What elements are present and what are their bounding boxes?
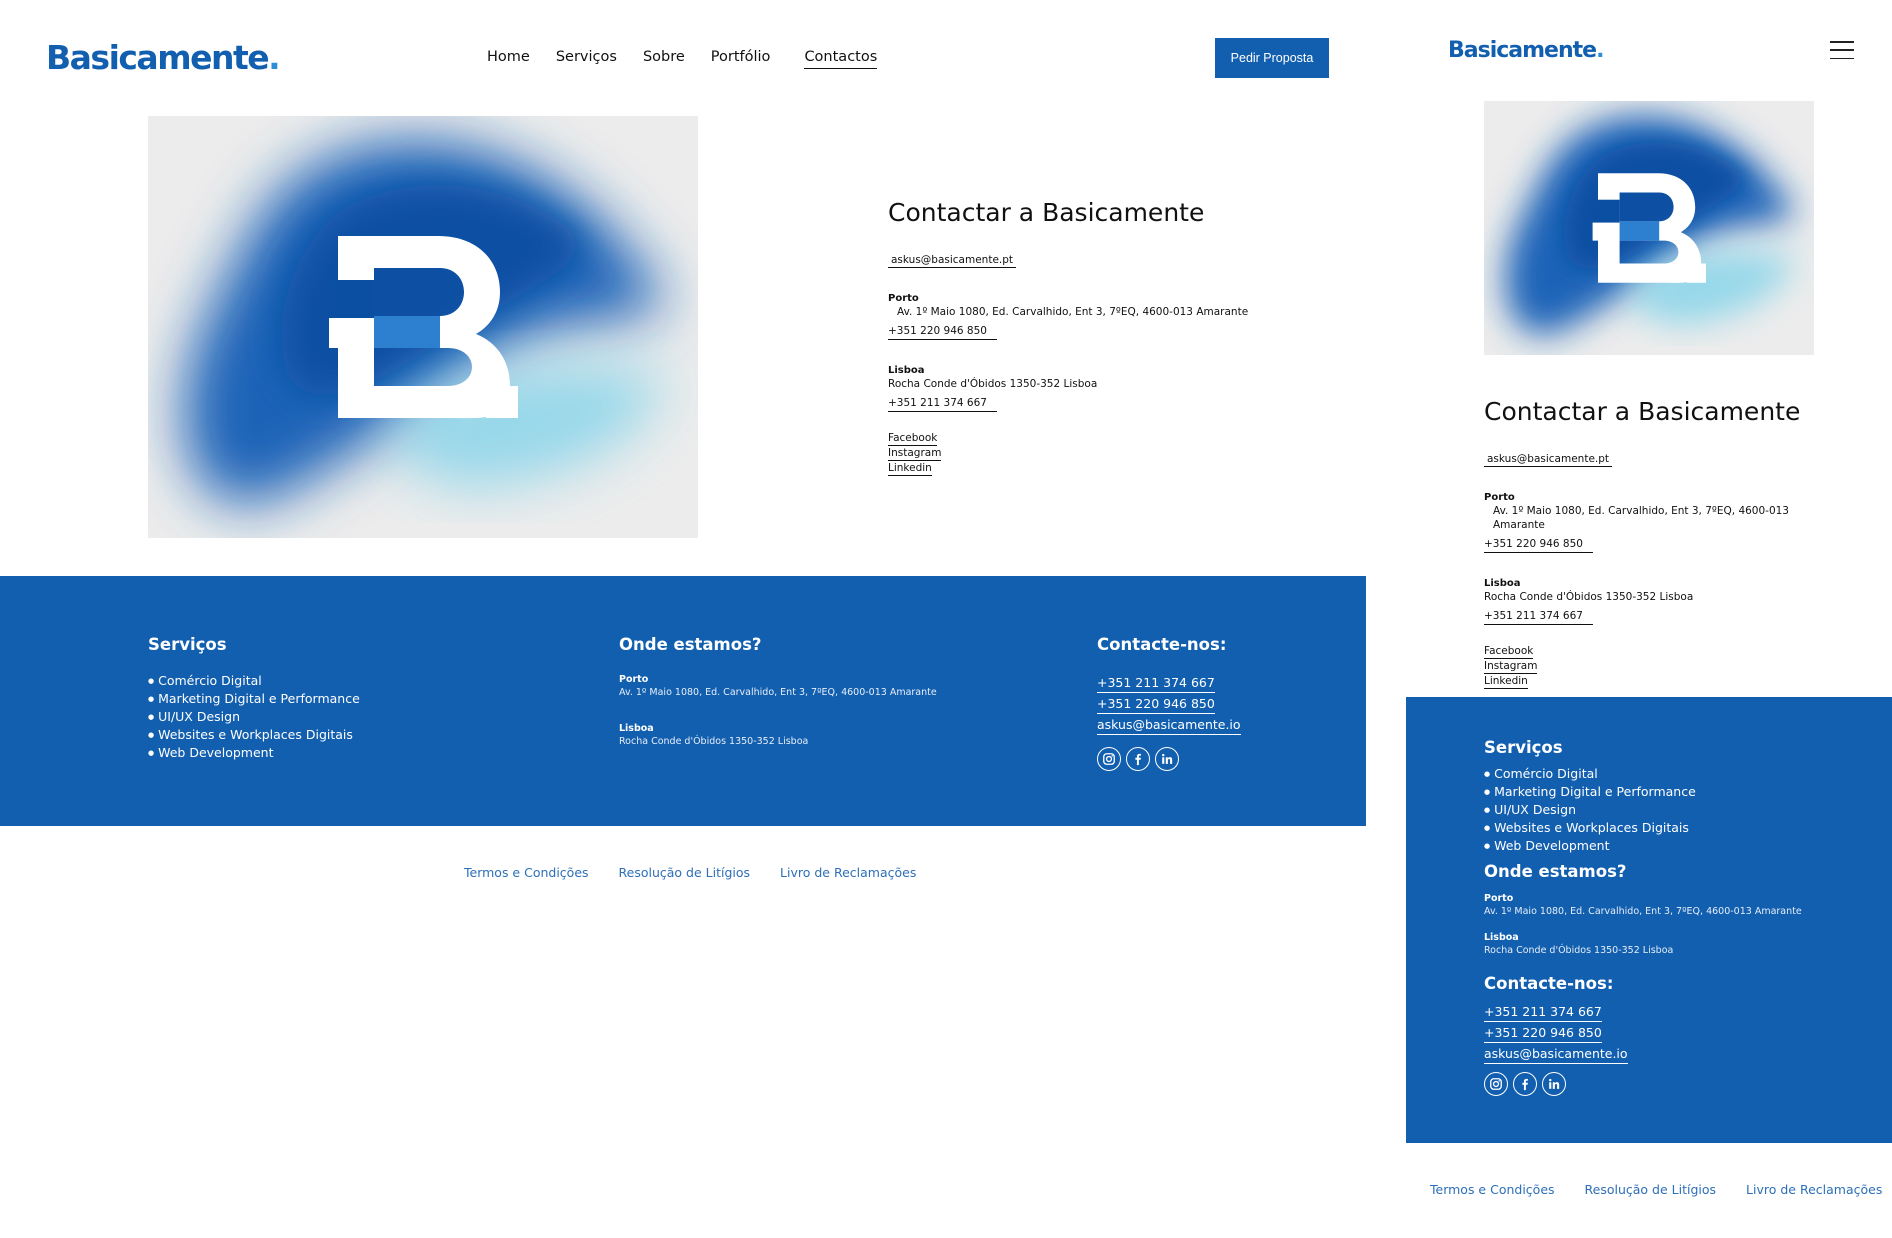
footer-where-title: Onde estamos?: [619, 635, 762, 654]
list-item[interactable]: Comércio Digital: [148, 672, 360, 690]
porto-label: Porto: [888, 293, 919, 304]
footer-porto-label: Porto: [619, 674, 649, 685]
list-item[interactable]: Marketing Digital e Performance: [1484, 783, 1802, 801]
list-item[interactable]: Comércio Digital: [1484, 765, 1802, 783]
footer-lisboa-label: Lisboa: [619, 723, 654, 734]
mobile-facebook-link[interactable]: Facebook: [1484, 645, 1534, 659]
site-footer: Serviços Comércio Digital Marketing Digi…: [0, 576, 1366, 826]
mobile-footer-where-title: Onde estamos?: [1484, 862, 1627, 881]
mobile-brand-logo[interactable]: Basicamente.: [1448, 38, 1605, 64]
complaints-link[interactable]: Livro de Reclamações: [780, 865, 916, 880]
footer-services-title: Serviços: [148, 635, 227, 654]
porto-address: Av. 1º Maio 1080, Ed. Carvalhido, Ent 3,…: [897, 306, 1249, 318]
nav-contactos[interactable]: Contactos: [804, 47, 878, 69]
mobile-contact-title: Contactar a Basicamente: [1484, 397, 1801, 426]
contact-info: Contactar a Basicamente askus@basicament…: [888, 198, 1308, 476]
mobile-legal-links: Termos e Condições Resolução de Litígios…: [1430, 1182, 1882, 1197]
nav-home[interactable]: Home: [487, 47, 530, 69]
mobile-footer-services-title: Serviços: [1484, 738, 1563, 757]
mobile-hero-gradient-art: [1484, 101, 1814, 355]
brand-logo[interactable]: Basicamente.: [46, 38, 281, 78]
mobile-disputes-link[interactable]: Resolução de Litígios: [1585, 1182, 1717, 1197]
social-links: Facebook Instagram Linkedin: [888, 432, 1308, 476]
mobile-footer-lisboa-label: Lisboa: [1484, 932, 1519, 943]
footer-phone-1-link[interactable]: +351 211 374 667: [1097, 674, 1215, 693]
mobile-complaints-link[interactable]: Livro de Reclamações: [1746, 1182, 1882, 1197]
mobile-social-links: Facebook Instagram Linkedin: [1484, 645, 1824, 689]
footer-porto-address: Av. 1º Maio 1080, Ed. Carvalhido, Ent 3,…: [619, 687, 937, 698]
list-item[interactable]: Web Development: [1484, 837, 1802, 855]
footer-contact-title: Contacte-nos:: [1097, 635, 1227, 654]
mobile-porto-phone-link[interactable]: +351 220 946 850: [1484, 537, 1593, 553]
mobile-footer-content: Serviços Comércio Digital Marketing Digi…: [1484, 737, 1802, 1096]
mobile-porto-address: Av. 1º Maio 1080, Ed. Carvalhido, Ent 3,…: [1493, 505, 1789, 531]
facebook-icon[interactable]: [1126, 747, 1150, 771]
legal-links: Termos e Condições Resolução de Litígios…: [464, 865, 916, 880]
mobile-footer-porto-label: Porto: [1484, 893, 1514, 904]
mobile-footer-social-icons: [1484, 1072, 1802, 1096]
mobile-site-footer: Serviços Comércio Digital Marketing Digi…: [1406, 697, 1892, 1143]
mobile-contact-info: Contactar a Basicamente askus@basicament…: [1484, 397, 1824, 689]
nav-portfolio[interactable]: Portfólio: [711, 47, 771, 69]
mobile-footer-phone-2-link[interactable]: +351 220 946 850: [1484, 1024, 1602, 1043]
mobile-hero-brand-image: [1484, 101, 1814, 355]
instagram-icon[interactable]: [1484, 1072, 1508, 1096]
linkedin-link[interactable]: Linkedin: [888, 462, 932, 476]
mobile-footer-lisboa-address: Rocha Conde d'Óbidos 1350-352 Lisboa: [1484, 945, 1674, 956]
list-item[interactable]: UI/UX Design: [148, 708, 360, 726]
hero-brand-image: [148, 116, 698, 538]
nav-servicos[interactable]: Serviços: [556, 47, 617, 69]
mobile-lisboa-label: Lisboa: [1484, 578, 1521, 589]
list-item[interactable]: UI/UX Design: [1484, 801, 1802, 819]
mobile-linkedin-link[interactable]: Linkedin: [1484, 675, 1528, 689]
instagram-icon[interactable]: [1097, 747, 1121, 771]
brand-dot: .: [268, 38, 281, 77]
footer-phone-2-link[interactable]: +351 220 946 850: [1097, 695, 1215, 714]
mobile-footer-services-list: Comércio Digital Marketing Digital e Per…: [1484, 765, 1802, 855]
mobile-terms-link[interactable]: Termos e Condições: [1430, 1182, 1555, 1197]
mobile-footer-porto-address: Av. 1º Maio 1080, Ed. Carvalhido, Ent 3,…: [1484, 906, 1802, 917]
footer-services: Serviços Comércio Digital Marketing Digi…: [148, 634, 360, 762]
list-item[interactable]: Websites e Workplaces Digitais: [148, 726, 360, 744]
facebook-icon[interactable]: [1513, 1072, 1537, 1096]
contact-title: Contactar a Basicamente: [888, 198, 1205, 227]
mobile-footer-contact-title: Contacte-nos:: [1484, 974, 1614, 993]
mobile-lisboa-address: Rocha Conde d'Óbidos 1350-352 Lisboa: [1484, 591, 1694, 603]
footer-lisboa-address: Rocha Conde d'Óbidos 1350-352 Lisboa: [619, 736, 809, 747]
list-item[interactable]: Web Development: [148, 744, 360, 762]
lisboa-address: Rocha Conde d'Óbidos 1350-352 Lisboa: [888, 378, 1098, 390]
brand-name: Basicamente: [46, 38, 270, 77]
instagram-link[interactable]: Instagram: [888, 447, 942, 461]
footer-contact: Contacte-nos: +351 211 374 667 +351 220 …: [1097, 634, 1241, 771]
mobile-brand-dot: .: [1596, 38, 1604, 63]
linkedin-icon[interactable]: [1542, 1072, 1566, 1096]
hamburger-menu-icon[interactable]: [1830, 41, 1854, 59]
mobile-footer-email-link[interactable]: askus@basicamente.io: [1484, 1045, 1628, 1064]
footer-social-icons: [1097, 747, 1241, 771]
footer-email-link[interactable]: askus@basicamente.io: [1097, 716, 1241, 735]
footer-services-list: Comércio Digital Marketing Digital e Per…: [148, 672, 360, 762]
porto-phone-link[interactable]: +351 220 946 850: [888, 324, 997, 340]
lisboa-label: Lisboa: [888, 365, 925, 376]
list-item[interactable]: Marketing Digital e Performance: [148, 690, 360, 708]
pedir-proposta-button[interactable]: Pedir Proposta: [1215, 38, 1329, 78]
lisboa-phone-link[interactable]: +351 211 374 667: [888, 396, 997, 412]
list-item[interactable]: Websites e Workplaces Digitais: [1484, 819, 1802, 837]
contact-email-link[interactable]: askus@basicamente.pt: [888, 254, 1017, 268]
nav-sobre[interactable]: Sobre: [643, 47, 685, 69]
disputes-link[interactable]: Resolução de Litígios: [619, 865, 751, 880]
linkedin-icon[interactable]: [1155, 747, 1179, 771]
mobile-lisboa-phone-link[interactable]: +351 211 374 667: [1484, 609, 1593, 625]
terms-link[interactable]: Termos e Condições: [464, 865, 589, 880]
mobile-brand-name: Basicamente: [1448, 38, 1597, 63]
main-nav: Home Serviços Sobre Portfólio Contactos: [487, 47, 878, 69]
mobile-porto-label: Porto: [1484, 492, 1515, 503]
mobile-instagram-link[interactable]: Instagram: [1484, 660, 1538, 674]
footer-locations: Onde estamos? Porto Av. 1º Maio 1080, Ed…: [619, 634, 937, 748]
facebook-link[interactable]: Facebook: [888, 432, 938, 446]
hero-gradient-art: [148, 116, 698, 538]
mobile-footer-phone-1-link[interactable]: +351 211 374 667: [1484, 1003, 1602, 1022]
mobile-contact-email-link[interactable]: askus@basicamente.pt: [1484, 453, 1613, 467]
